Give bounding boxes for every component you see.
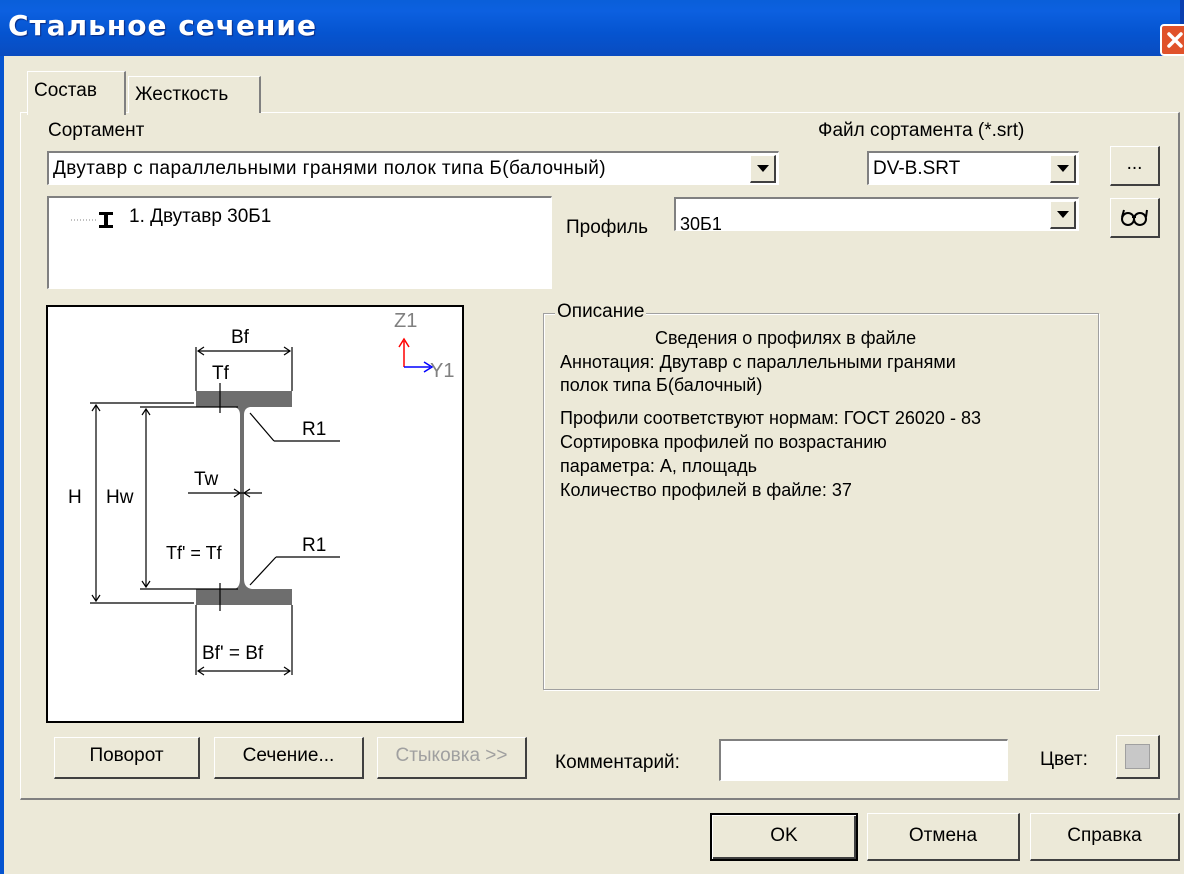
assortment-value: Двутавр с параллельными гранями полок ти… — [53, 158, 606, 179]
profile-select[interactable]: 30Б1 — [674, 197, 1079, 234]
assortment-file-dropdown-button[interactable] — [1050, 155, 1076, 183]
assortment-label: Сортамент — [48, 120, 145, 141]
dim-h-label: H — [68, 487, 82, 508]
assortment-file-label: Файл сортамента (*.srt) — [818, 120, 1025, 141]
section-button[interactable]: Сечение... — [214, 737, 364, 779]
description-title: Описание — [555, 301, 647, 323]
dim-tw-label: Tw — [194, 469, 219, 490]
comment-input[interactable] — [719, 739, 1008, 781]
section-preview: Z1 Y1 Bf Tf Bf' = Bf H Hw Tw R1 R1 Tf' =… — [46, 305, 464, 723]
description-line: Сортировка профилей по возрастанию — [560, 432, 887, 452]
chevron-down-icon — [1057, 165, 1069, 172]
rotate-button[interactable]: Поворот — [54, 737, 200, 779]
close-button[interactable] — [1160, 24, 1184, 56]
i-beam-diagram: Z1 Y1 Bf Tf Bf' = Bf H Hw Tw R1 R1 Tf' =… — [68, 310, 454, 676]
axis-y-label: Y1 — [430, 360, 454, 382]
comment-label: Комментарий: — [555, 752, 680, 773]
profile-dropdown-button[interactable] — [1050, 201, 1076, 229]
axis-z-label: Z1 — [394, 310, 417, 332]
close-icon — [1167, 32, 1183, 48]
browse-file-button[interactable]: ... — [1110, 146, 1160, 186]
window-border — [0, 56, 4, 874]
dim-r1-bottom-label: R1 — [302, 535, 326, 556]
assortment-file-value: DV-B.SRT — [873, 158, 961, 179]
view-profile-button[interactable] — [1110, 198, 1160, 238]
assortment-file-select[interactable]: DV-B.SRT — [867, 151, 1079, 185]
tab-stiffness[interactable]: Жесткость — [128, 76, 261, 113]
description-line: Профили соответствуют нормам: ГОСТ 26020… — [560, 408, 981, 428]
window-title: Стальное сечение — [8, 9, 317, 42]
section-tree[interactable]: 1. Двутавр 30Б1 — [47, 196, 552, 289]
chevron-down-icon — [757, 165, 769, 172]
steel-section-dialog: Стальное сечение Состав Жесткость Сортам… — [0, 0, 1184, 874]
description-line: Сведения о профилях в файле — [655, 328, 917, 348]
help-button[interactable]: Справка — [1030, 813, 1180, 861]
color-swatch — [1125, 744, 1150, 769]
dim-r1-top-label: R1 — [302, 419, 326, 440]
dim-bf-label: Bf — [231, 327, 250, 348]
tab-composition-label: Состав — [34, 80, 97, 101]
glasses-icon — [1121, 209, 1148, 226]
dim-bf2-label: Bf' = Bf — [202, 643, 264, 664]
description-line: параметра: А, площадь — [560, 456, 758, 476]
tab-stiffness-label: Жесткость — [135, 84, 229, 105]
title-bar[interactable]: Стальное сечение — [0, 0, 1184, 56]
color-label: Цвет: — [1040, 749, 1088, 770]
dim-tf-label: Tf — [212, 363, 230, 384]
dim-hw-label: Hw — [106, 487, 134, 508]
tab-composition[interactable]: Состав — [27, 71, 126, 115]
color-picker-button[interactable] — [1116, 735, 1160, 779]
dim-tf2-label: Tf' = Tf — [166, 543, 223, 563]
i-beam-icon — [71, 212, 113, 228]
profile-value: 30Б1 — [680, 214, 722, 234]
joint-button[interactable]: Стыковка >> — [377, 737, 527, 779]
tree-item-label: 1. Двутавр 30Б1 — [129, 206, 272, 228]
description-line: Количество профилей в файле: 37 — [560, 480, 852, 500]
chevron-down-icon — [1057, 211, 1069, 218]
assortment-select[interactable]: Двутавр с параллельными гранями полок ти… — [47, 151, 779, 185]
description-line: Аннотация: Двутавр с параллельными граня… — [560, 352, 956, 372]
profile-label: Профиль — [566, 217, 649, 238]
description-line: полок типа Б(балочный) — [560, 375, 763, 395]
assortment-dropdown-button[interactable] — [750, 155, 776, 183]
ok-button[interactable]: OK — [710, 813, 858, 861]
cancel-button[interactable]: Отмена — [867, 813, 1020, 861]
